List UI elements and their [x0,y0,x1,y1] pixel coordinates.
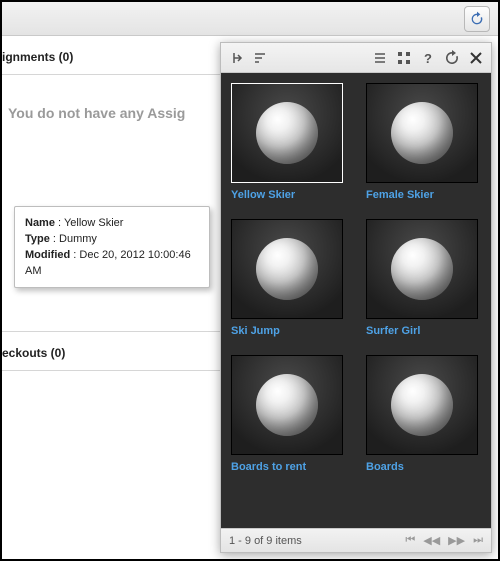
sphere-icon [391,374,453,436]
asset-thumbnail[interactable] [231,83,343,183]
panel-toolbar: ? [221,43,491,73]
pager: ⏮ ◀◀ ▶▶ ⏭ [405,534,483,547]
list-view-icon[interactable] [371,49,389,67]
asset-label[interactable]: Boards [366,461,478,473]
tooltip-name-value: Yellow Skier [64,217,124,229]
asset-label[interactable]: Yellow Skier [231,189,343,201]
asset-tile[interactable]: Ski Jump [231,219,343,337]
sphere-icon [391,102,453,164]
left-column: ignments (0) You do not have any Assig e… [2,36,222,559]
sphere-icon [256,102,318,164]
tooltip-type-label: Type [25,233,50,245]
top-toolbar [2,2,498,36]
assignments-empty-message: You do not have any Assig [2,75,222,151]
asset-tile[interactable]: Surfer Girl [366,219,478,337]
refresh-icon [469,11,485,27]
asset-tile[interactable]: Boards [366,355,478,473]
asset-label[interactable]: Female Skier [366,189,478,201]
sphere-icon [391,238,453,300]
tooltip-name-label: Name [25,217,55,229]
asset-thumbnail[interactable] [366,219,478,319]
close-icon[interactable] [467,49,485,67]
checkouts-header: eckouts (0) [2,331,222,371]
pager-status: 1 - 9 of 9 items [229,535,302,547]
grid-view-icon[interactable] [395,49,413,67]
content-finder-panel: ? Yellow Skier Female Skier Ski Jump Surfer… [220,42,492,553]
asset-label[interactable]: Ski Jump [231,325,343,337]
asset-label[interactable]: Boards to rent [231,461,343,473]
asset-thumbnail[interactable] [231,219,343,319]
pager-next[interactable]: ▶▶ [448,534,465,547]
refresh-button[interactable] [464,6,490,32]
sort-icon[interactable] [251,49,269,67]
panel-refresh-icon[interactable] [443,49,461,67]
collapse-icon[interactable] [227,49,245,67]
svg-text:?: ? [424,51,432,66]
panel-body: Yellow Skier Female Skier Ski Jump Surfer G… [221,73,491,528]
tooltip-type-value: Dummy [59,233,97,245]
asset-label[interactable]: Surfer Girl [366,325,478,337]
asset-tile[interactable]: Yellow Skier [231,83,343,201]
pager-prev[interactable]: ◀◀ [423,534,440,547]
asset-tile[interactable]: Female Skier [366,83,478,201]
help-icon[interactable]: ? [419,49,437,67]
pager-last[interactable]: ⏭ [473,534,483,547]
tooltip-modified-label: Modified [25,249,70,261]
sphere-icon [256,238,318,300]
assignments-header: ignments (0) [2,36,222,75]
panel-footer: 1 - 9 of 9 items ⏮ ◀◀ ▶▶ ⏭ [221,528,491,552]
asset-thumbnail[interactable] [366,355,478,455]
item-tooltip: Name : Yellow Skier Type : Dummy Modifie… [14,206,210,288]
asset-thumbnail[interactable] [366,83,478,183]
sphere-icon [256,374,318,436]
pager-first[interactable]: ⏮ [405,534,415,547]
asset-thumbnail[interactable] [231,355,343,455]
asset-tile[interactable]: Boards to rent [231,355,343,473]
